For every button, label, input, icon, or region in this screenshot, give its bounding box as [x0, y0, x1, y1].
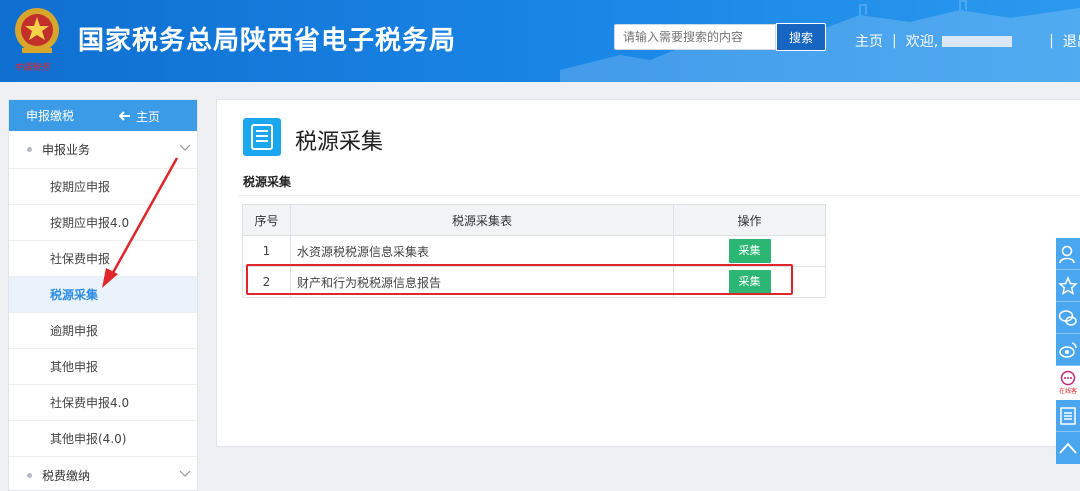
back-arrow-icon	[119, 111, 130, 121]
sidebar-item-regular-declare-4[interactable]: 按期应申报4.0	[9, 205, 197, 241]
welcome-text: 欢迎,	[905, 34, 939, 50]
star-icon[interactable]	[1056, 270, 1080, 302]
menu-group-label: 税费缴纳	[42, 469, 91, 483]
section-label: 税源采集	[243, 175, 292, 189]
emblem-text: 中国税务	[14, 63, 51, 73]
table-header-row: 序号 税源采集表 操作	[242, 204, 826, 236]
user-icon[interactable]	[1056, 238, 1080, 270]
search-input[interactable]	[614, 24, 776, 50]
online-service-icon[interactable]: 在线客	[1056, 366, 1080, 400]
row-form-name: 财产和行为税税源信息报告	[290, 266, 674, 298]
collect-button[interactable]: 采集	[728, 239, 771, 263]
nav-separator: |	[1049, 33, 1054, 49]
main-panel: 税源采集 税源采集 序号 税源采集表 操作 1 水资源税税源信息采集表 采集 2…	[216, 99, 1080, 447]
top-header: 中国税务 国家税务总局陕西省电子税务局 搜索 主页 | 欢迎, | 退出	[0, 0, 1080, 82]
page-title: 税源采集	[295, 130, 384, 155]
scroll-top-icon[interactable]	[1056, 432, 1080, 464]
nav-separator: |	[892, 33, 897, 49]
sidebar-item-tax-source-collection[interactable]: 税源采集	[9, 277, 197, 313]
collect-button[interactable]: 采集	[728, 270, 771, 294]
floating-toolbar: 在线客	[1056, 238, 1080, 464]
sidebar-home-link[interactable]: 主页	[119, 108, 160, 125]
search-button[interactable]: 搜索	[776, 23, 826, 51]
column-header-action: 操作	[673, 204, 826, 236]
sidebar-header: 申报缴税 主页	[9, 100, 197, 131]
logout-link[interactable]: 退出	[1063, 31, 1080, 51]
menu-group-declare[interactable]: 申报业务	[9, 131, 197, 169]
tax-emblem-logo[interactable]: 中国税务	[8, 4, 66, 78]
sidebar-title: 申报缴税	[26, 109, 75, 123]
document-icon	[243, 118, 281, 156]
weibo-icon[interactable]	[1056, 334, 1080, 366]
top-nav: 主页 | 欢迎, | 退出	[855, 31, 1080, 51]
home-link[interactable]: 主页	[855, 31, 883, 51]
sidebar-item-regular-declare[interactable]: 按期应申报	[9, 169, 197, 205]
masked-username	[942, 35, 1013, 47]
sidebar-home-label: 主页	[136, 110, 161, 124]
column-header-form: 税源采集表	[290, 204, 674, 236]
row-form-name: 水资源税税源信息采集表	[290, 235, 674, 267]
list-icon[interactable]	[1056, 400, 1080, 432]
online-service-label: 在线客	[1058, 388, 1077, 395]
wechat-icon[interactable]	[1056, 302, 1080, 334]
site-title: 国家税务总局陕西省电子税务局	[78, 26, 457, 56]
menu-group-payment[interactable]: 税费缴纳	[9, 457, 197, 490]
chevron-down-icon	[179, 470, 191, 477]
sidebar-item-overdue-declare[interactable]: 逾期申报	[9, 313, 197, 349]
row-number: 1	[242, 235, 291, 267]
sidebar-item-other-declare[interactable]: 其他申报	[9, 349, 197, 385]
bullet-icon	[27, 473, 32, 478]
column-header-no: 序号	[242, 204, 291, 236]
bullet-icon	[27, 147, 32, 152]
chevron-down-icon	[179, 144, 191, 151]
tax-source-table: 序号 税源采集表 操作 1 水资源税税源信息采集表 采集 2 财产和行为税税源信…	[242, 204, 826, 298]
sidebar-item-social-insurance[interactable]: 社保费申报	[9, 241, 197, 277]
row-number: 2	[242, 266, 291, 298]
divider	[239, 195, 1080, 196]
sidebar: 申报缴税 主页 申报业务 按期应申报 按期应申报4.0 社保费申报 税源采集 逾…	[8, 99, 198, 491]
table-row: 1 水资源税税源信息采集表 采集	[242, 235, 826, 267]
sidebar-item-other-declare-4[interactable]: 其他申报(4.0)	[9, 421, 197, 457]
menu-group-label: 申报业务	[42, 143, 91, 157]
sidebar-item-social-insurance-4[interactable]: 社保费申报4.0	[9, 385, 197, 421]
table-row: 2 财产和行为税税源信息报告 采集	[242, 266, 826, 298]
